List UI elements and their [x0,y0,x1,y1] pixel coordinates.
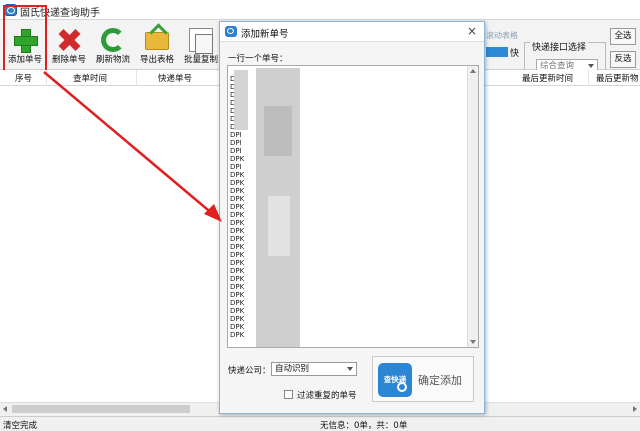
tracking-number-line: DPI [230,139,242,147]
tracking-number-line: DPK [230,291,245,299]
dialog-title: 添加新单号 [241,29,289,40]
tracking-number-line: DPK [230,243,245,251]
dialog-app-icon [225,26,237,37]
refresh-logistics-button[interactable]: 刷新物流 [92,23,134,67]
query-express-icon-text: 查快递 [383,375,407,384]
status-bar: 清空完成 无信息：0单，共：0单 [0,416,640,431]
add-number-dialog: 添加新单号 × 一行一个单号： DDIDIDIDPIDPIDPIDPIDPIDP… [219,21,485,414]
tracking-number-line: DPK [230,219,245,227]
confirm-add-button[interactable]: 查快递 确定添加 [372,356,474,402]
column-header-query-time[interactable]: 查单时间 [73,72,107,84]
magnifier-icon [397,382,407,392]
tracking-number-line: DPK [230,307,245,315]
filter-duplicates-label[interactable]: 过滤重复的单号 [297,389,357,401]
delete-icon [57,28,81,52]
column-divider [588,70,589,86]
input-hint: 一行一个单号： [228,54,288,64]
status-counts: 无信息：0单，共：0单 [320,421,408,431]
batch-copy-label: 批量复制 [183,55,218,65]
tracking-number-line: DPK [230,323,245,331]
tracking-number-line: DPK [230,155,245,163]
tracking-number-line: DPK [230,331,245,339]
delete-number-label: 删除单号 [51,55,86,65]
tracking-number-line: DPK [230,299,245,307]
blurred-region [264,106,292,156]
scroll-table-label: 滚动表格 [486,31,518,40]
api-group-title: 快递接口选择 [530,40,589,53]
column-divider [136,70,137,86]
scroll-up-icon[interactable] [470,69,476,73]
export-icon [145,32,169,50]
column-header-last-update-time[interactable]: 最后更新时间 [522,72,573,84]
scroll-down-icon[interactable] [470,340,476,344]
tracking-number-line: DPK [230,179,245,187]
status-text: 清空完成 [3,421,38,431]
export-table-label: 导出表格 [139,55,174,65]
batch-copy-button[interactable]: 批量复制 [180,23,222,67]
chevron-down-icon [588,64,594,68]
tracking-number-line: DPK [230,315,245,323]
tracking-number-line: DPK [230,275,245,283]
refresh-icon [101,28,125,52]
column-header-last-update-info[interactable]: 最后更新物 [596,72,639,84]
blurred-region [268,196,290,256]
tracking-number-line: DPK [230,195,245,203]
scroll-speed-slider[interactable] [486,47,508,57]
company-select[interactable]: 自动识别 [271,362,357,376]
export-table-button[interactable]: 导出表格 [136,23,178,67]
tracking-number-line: DPK [230,227,245,235]
tracking-number-line: DPI [230,147,242,155]
tracking-number-line: DPK [230,283,245,291]
scroll-left-icon[interactable] [3,406,7,412]
column-header-index[interactable]: 序号 [15,72,32,84]
select-all-button[interactable]: 全选 [610,28,636,45]
chevron-down-icon [347,367,353,371]
tracking-numbers-textarea[interactable]: DDIDIDIDPIDPIDPIDPIDPIDPIDPKDPIDPKDPKDPK… [227,65,479,348]
column-header-tracking-number[interactable]: 快递单号 [158,72,192,84]
company-selected-value: 自动识别 [275,364,310,374]
main-title-bar: 固氏快递查询助手 [0,0,640,20]
fast-label: 快 [510,49,520,59]
refresh-logistics-label: 刷新物流 [95,55,130,65]
tracking-number-line: DPK [230,203,245,211]
invert-select-button[interactable]: 反选 [610,51,636,68]
tracking-number-line: DPK [230,187,245,195]
copy-icon [189,28,213,54]
filter-duplicates-checkbox[interactable] [284,390,293,399]
tracking-number-line: DPK [230,211,245,219]
tracking-number-line: DPK [230,251,245,259]
tracking-number-line: DPK [230,259,245,267]
confirm-add-label: 确定添加 [418,374,462,387]
tracking-number-line: DPI [230,131,242,139]
scroll-right-icon[interactable] [633,406,637,412]
scrollbar-thumb[interactable] [12,405,190,413]
delete-number-button[interactable]: 删除单号 [48,23,90,67]
textarea-vertical-scrollbar[interactable] [467,66,478,347]
tracking-number-line: DPK [230,171,245,179]
query-express-icon: 查快递 [378,363,412,397]
company-label: 快递公司： [228,366,271,376]
blurred-region [234,70,248,130]
tracking-number-line: DPI [230,163,242,171]
column-divider [46,70,47,86]
close-icon[interactable]: × [467,24,477,38]
tracking-number-line: DPK [230,267,245,275]
dialog-title-bar: 添加新单号 × [220,22,484,42]
tracking-number-line: DPK [230,235,245,243]
